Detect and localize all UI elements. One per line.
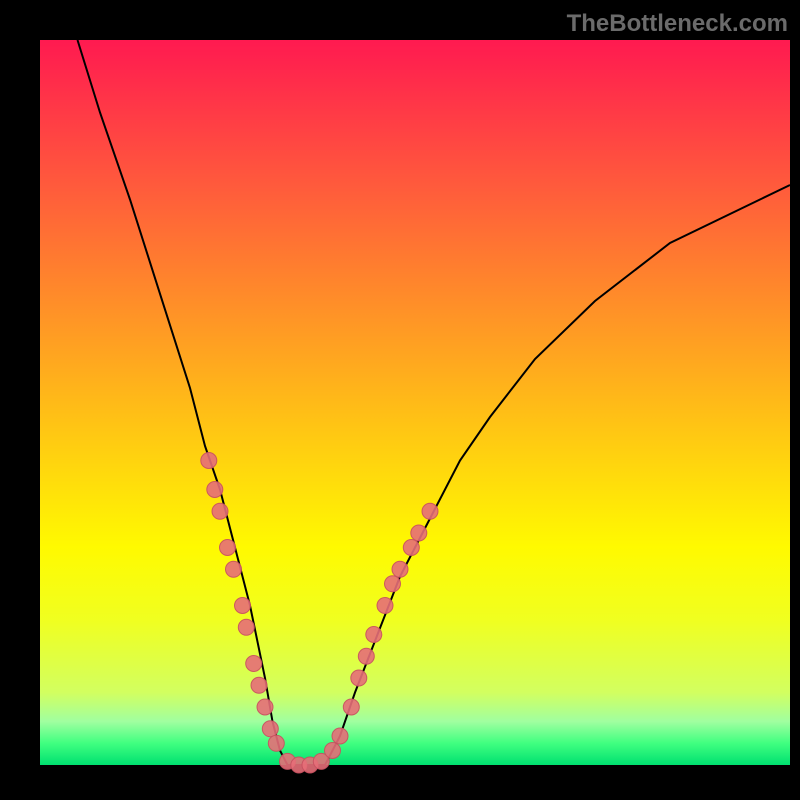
data-bead <box>220 540 236 556</box>
data-bead <box>403 540 419 556</box>
bottleneck-curve <box>78 40 791 765</box>
data-bead <box>332 728 348 744</box>
data-bead <box>262 721 278 737</box>
data-bead <box>235 598 251 614</box>
data-bead <box>238 619 254 635</box>
chart-container: TheBottleneck.com <box>0 0 800 800</box>
data-beads <box>201 453 438 774</box>
chart-svg <box>40 40 790 765</box>
data-bead <box>246 656 262 672</box>
data-bead <box>201 453 217 469</box>
data-bead <box>385 576 401 592</box>
data-bead <box>392 561 408 577</box>
data-bead <box>251 677 267 693</box>
data-bead <box>212 503 228 519</box>
data-bead <box>343 699 359 715</box>
data-bead <box>411 525 427 541</box>
data-bead <box>325 743 341 759</box>
data-bead <box>268 735 284 751</box>
data-bead <box>226 561 242 577</box>
plot-area <box>40 40 790 765</box>
data-bead <box>257 699 273 715</box>
data-bead <box>422 503 438 519</box>
data-bead <box>358 648 374 664</box>
data-bead <box>377 598 393 614</box>
watermark-text: TheBottleneck.com <box>567 10 788 38</box>
data-bead <box>351 670 367 686</box>
data-bead <box>366 627 382 643</box>
data-bead <box>207 482 223 498</box>
